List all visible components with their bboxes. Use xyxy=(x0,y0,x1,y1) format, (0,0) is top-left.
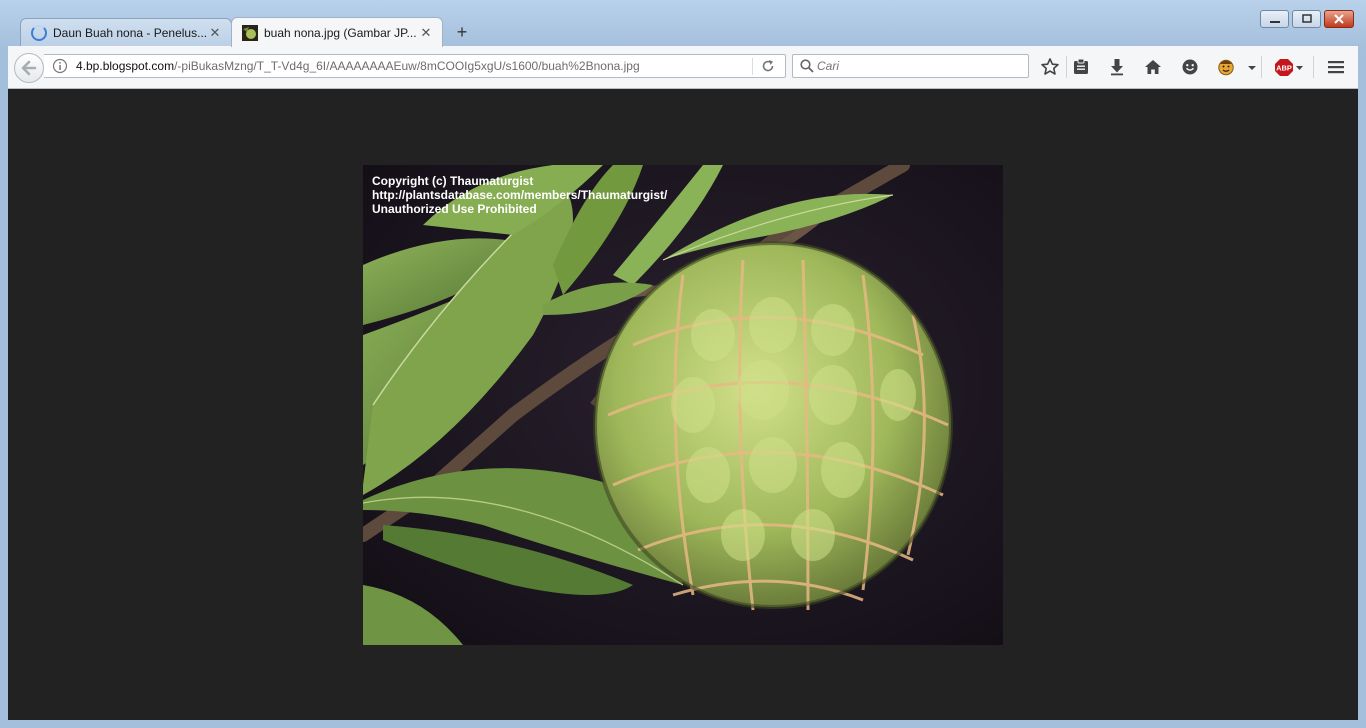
copyright-notice-line: Unauthorized Use Prohibited xyxy=(372,202,537,216)
tab-search-results[interactable]: Daun Buah nona - Penelus... ✕ xyxy=(20,18,232,46)
search-input[interactable] xyxy=(817,57,1017,75)
url-text[interactable]: 4.bp.blogspot.com/-piBukasMzng/T_T-Vd4g_… xyxy=(76,59,640,73)
photo-illustration xyxy=(363,165,1003,645)
image-viewer: Copyright (c) Thaumaturgist http://plant… xyxy=(8,89,1358,720)
download-button[interactable] xyxy=(1106,56,1128,78)
close-window-button[interactable] xyxy=(1324,10,1354,28)
adblock-label: ABP xyxy=(1276,64,1292,73)
url-path: /-piBukasMzng/T_T-Vd4g_6I/AAAAAAAAEuw/8m… xyxy=(174,59,640,73)
image-thumbnail-icon xyxy=(242,24,258,41)
smiley-icon xyxy=(1182,59,1198,75)
browser-window: Daun Buah nona - Penelus... ✕ buah nona.… xyxy=(0,0,1366,728)
search-box[interactable] xyxy=(792,54,1029,78)
copyright-url-line: http://plantsdatabase.com/members/Thauma… xyxy=(372,188,668,202)
search-icon xyxy=(800,59,814,73)
url-separator xyxy=(752,58,753,75)
tab-close-icon[interactable]: ✕ xyxy=(418,25,434,41)
toolbar-separator xyxy=(1313,56,1314,78)
restore-button[interactable] xyxy=(1292,10,1321,28)
tab-close-icon[interactable]: ✕ xyxy=(207,25,223,41)
extension-dropdown-button[interactable] xyxy=(1245,56,1259,78)
tab-title: buah nona.jpg (Gambar JP... xyxy=(264,25,417,40)
address-bar[interactable]: 4.bp.blogspot.com/-piBukasMzng/T_T-Vd4g_… xyxy=(44,54,786,78)
reload-icon[interactable] xyxy=(760,58,776,74)
tab-title: Daun Buah nona - Penelus... xyxy=(53,25,207,40)
copyright-overlay: Copyright (c) Thaumaturgist http://plant… xyxy=(372,174,667,216)
toolbar-separator xyxy=(1066,56,1067,78)
restore-icon xyxy=(1301,14,1312,23)
minimize-icon xyxy=(1269,21,1280,23)
dropdown-icon xyxy=(1248,66,1256,70)
extension-face-button[interactable] xyxy=(1215,56,1237,78)
home-icon xyxy=(1145,60,1161,74)
sugar-apple-photo[interactable]: Copyright (c) Thaumaturgist http://plant… xyxy=(363,165,1003,645)
menu-button[interactable] xyxy=(1325,56,1347,78)
feedback-button[interactable] xyxy=(1179,56,1201,78)
tab-strip: Daun Buah nona - Penelus... ✕ buah nona.… xyxy=(8,14,1358,47)
menu-icon xyxy=(1328,61,1344,74)
loading-spinner-icon xyxy=(31,24,47,41)
navigation-toolbar: 4.bp.blogspot.com/-piBukasMzng/T_T-Vd4g_… xyxy=(8,46,1358,89)
extension-face-icon xyxy=(1218,59,1234,76)
back-button[interactable] xyxy=(14,53,44,83)
adblock-plus-button[interactable]: ABP xyxy=(1274,56,1306,78)
new-tab-button[interactable]: + xyxy=(451,22,473,44)
bookmark-star-button[interactable] xyxy=(1039,56,1061,78)
adblock-plus-icon: ABP xyxy=(1275,59,1303,76)
close-icon xyxy=(1334,14,1344,24)
url-host: 4.bp.blogspot.com xyxy=(76,59,175,73)
minimize-button[interactable] xyxy=(1260,10,1289,28)
bookmark-star-icon xyxy=(1041,58,1059,75)
tab-image[interactable]: buah nona.jpg (Gambar JP... ✕ xyxy=(231,17,443,47)
home-button[interactable] xyxy=(1142,56,1164,78)
site-info-icon[interactable] xyxy=(52,58,68,74)
copyright-line: Copyright (c) Thaumaturgist xyxy=(372,174,534,188)
download-icon xyxy=(1111,59,1123,76)
reading-list-button[interactable] xyxy=(1070,56,1092,78)
reading-list-icon xyxy=(1074,58,1088,74)
back-arrow-icon xyxy=(21,60,37,76)
toolbar-separator xyxy=(1261,56,1262,78)
